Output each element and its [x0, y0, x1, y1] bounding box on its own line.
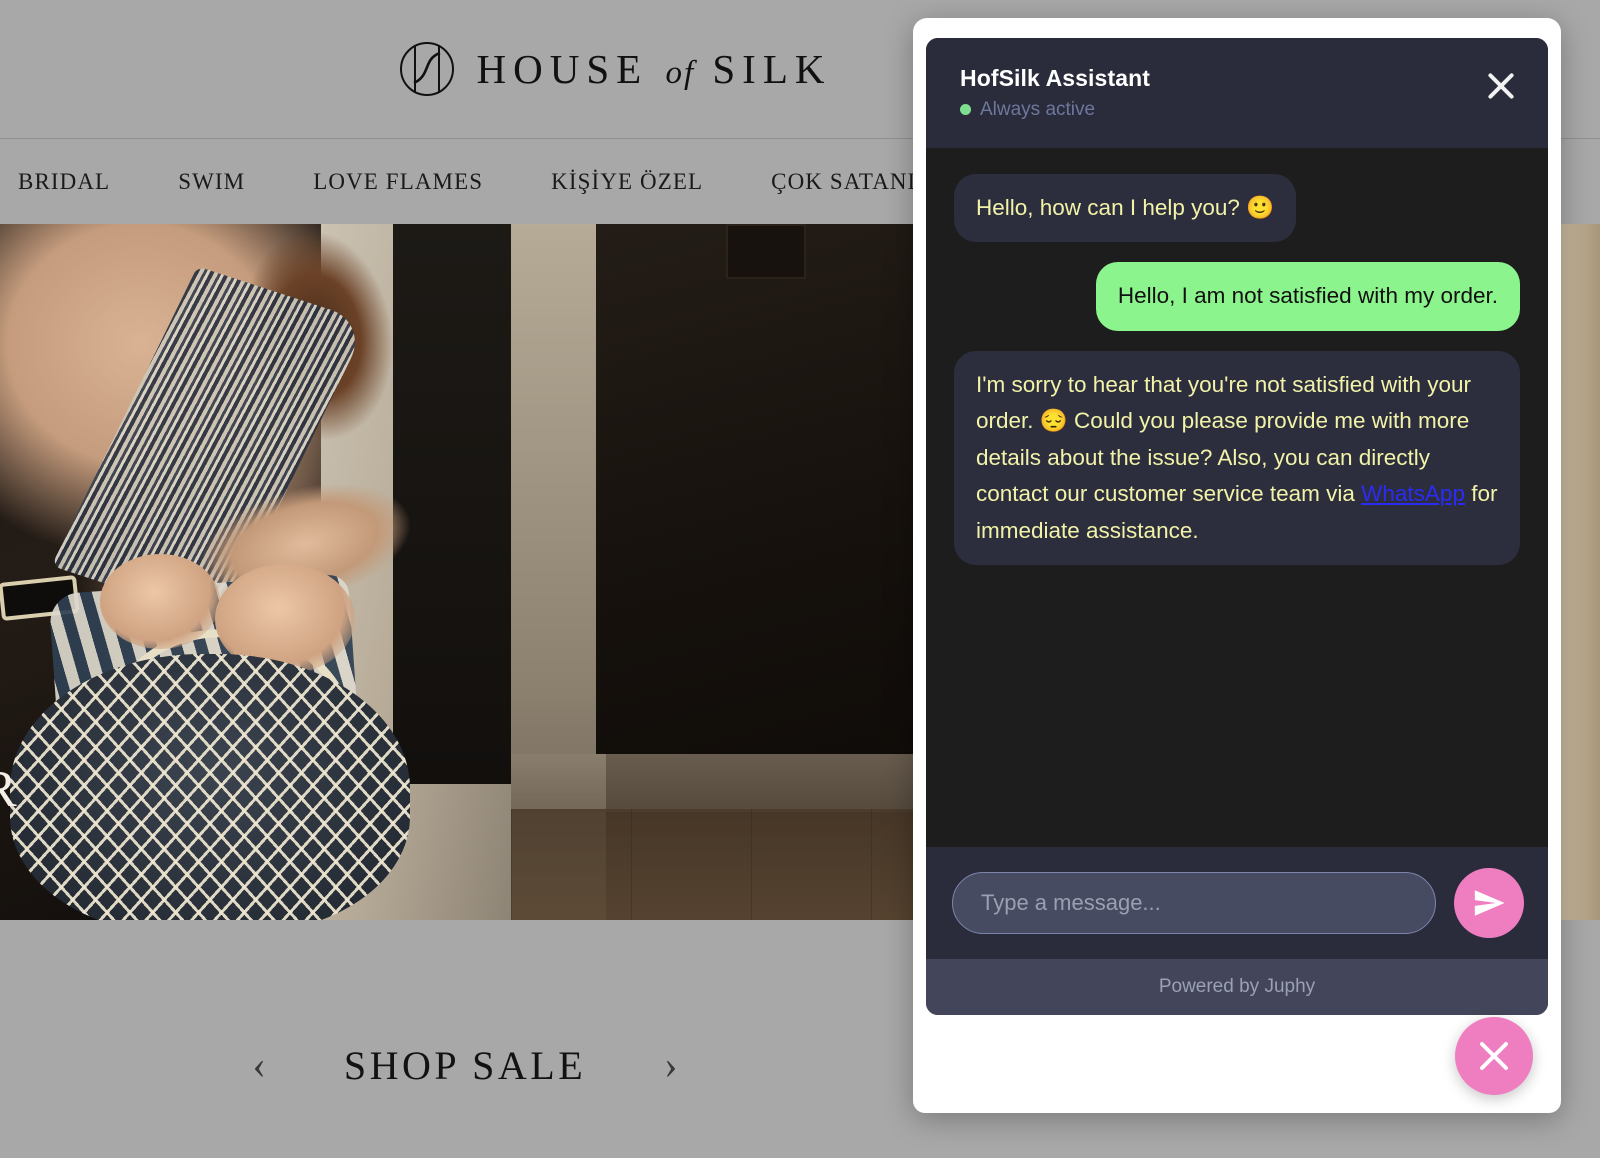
page-root: HOUSE of SILK BRIDAL SWIM LOVE FLAMES Kİ…	[0, 0, 1600, 1158]
status-dot-icon	[960, 104, 971, 116]
chat-header: HofSilk Assistant Always active	[926, 38, 1548, 148]
nav-item-love-flames[interactable]: LOVE FLAMES	[313, 163, 483, 201]
brand-logo[interactable]: HOUSE of SILK	[399, 41, 832, 97]
chat-status: Always active	[960, 99, 1150, 121]
user-message-bubble: Hello, I am not satisfied with my order.	[1095, 262, 1520, 331]
brand-name-of: of	[665, 55, 696, 91]
bot-message-bubble: Hello, how can I help you? 🙂	[954, 174, 1297, 243]
chat-header-info: HofSilk Assistant Always active	[960, 64, 1150, 121]
chat-panel: HofSilk Assistant Always active Hello, h…	[926, 38, 1548, 1015]
chevron-right-icon[interactable]: ›	[664, 1045, 677, 1085]
nav-item-swim[interactable]: SWIM	[178, 163, 245, 201]
chat-input-area	[926, 847, 1548, 959]
hero-image-model[interactable]	[0, 224, 511, 920]
bot-message-bubble-with-link: I'm sorry to hear that you're not satisf…	[954, 350, 1520, 566]
powered-by-label: Powered by Juphy	[1158, 976, 1316, 997]
nav-item-bridal[interactable]: BRIDAL	[18, 163, 110, 201]
chat-status-label: Always active	[980, 98, 1096, 120]
chat-message-row: Hello, how can I help you? 🙂	[954, 174, 1520, 243]
brand-name-part2: SILK	[712, 46, 832, 92]
chat-footer: Powered by Juphy	[926, 959, 1548, 1015]
hero-interior-door-panel	[726, 224, 806, 279]
whatsapp-link[interactable]: WhatsApp	[1361, 481, 1465, 506]
chat-message-row: I'm sorry to hear that you're not satisf…	[954, 350, 1520, 566]
chat-widget-container: HofSilk Assistant Always active Hello, h…	[913, 18, 1561, 1113]
nav-item-kisiye-ozel[interactable]: KİŞİYE ÖZEL	[551, 163, 703, 201]
shop-sale-strip: ‹ SHOP SALE ›	[0, 1030, 930, 1100]
send-message-button[interactable]	[1454, 868, 1524, 938]
chevron-left-icon[interactable]: ‹	[253, 1045, 266, 1085]
send-paper-plane-icon	[1474, 890, 1505, 916]
chat-launcher-close-button[interactable]	[1455, 1017, 1533, 1095]
chat-close-button[interactable]	[1482, 67, 1520, 105]
brand-name: HOUSE of SILK	[477, 45, 832, 93]
chat-message-input[interactable]	[952, 872, 1436, 934]
brand-name-part1: HOUSE	[476, 46, 649, 92]
hero-interior-door	[596, 224, 931, 754]
shop-sale-link[interactable]: SHOP SALE	[344, 1042, 586, 1089]
hero-photo-hand-left	[100, 554, 220, 649]
chat-message-row: Hello, I am not satisfied with my order.	[954, 262, 1520, 331]
chat-message-list: Hello, how can I help you? 🙂 Hello, I am…	[926, 148, 1548, 847]
chat-title: HofSilk Assistant	[960, 65, 1151, 91]
circle-monogram-icon	[399, 42, 454, 96]
hero-photo-net-bag	[10, 654, 410, 920]
